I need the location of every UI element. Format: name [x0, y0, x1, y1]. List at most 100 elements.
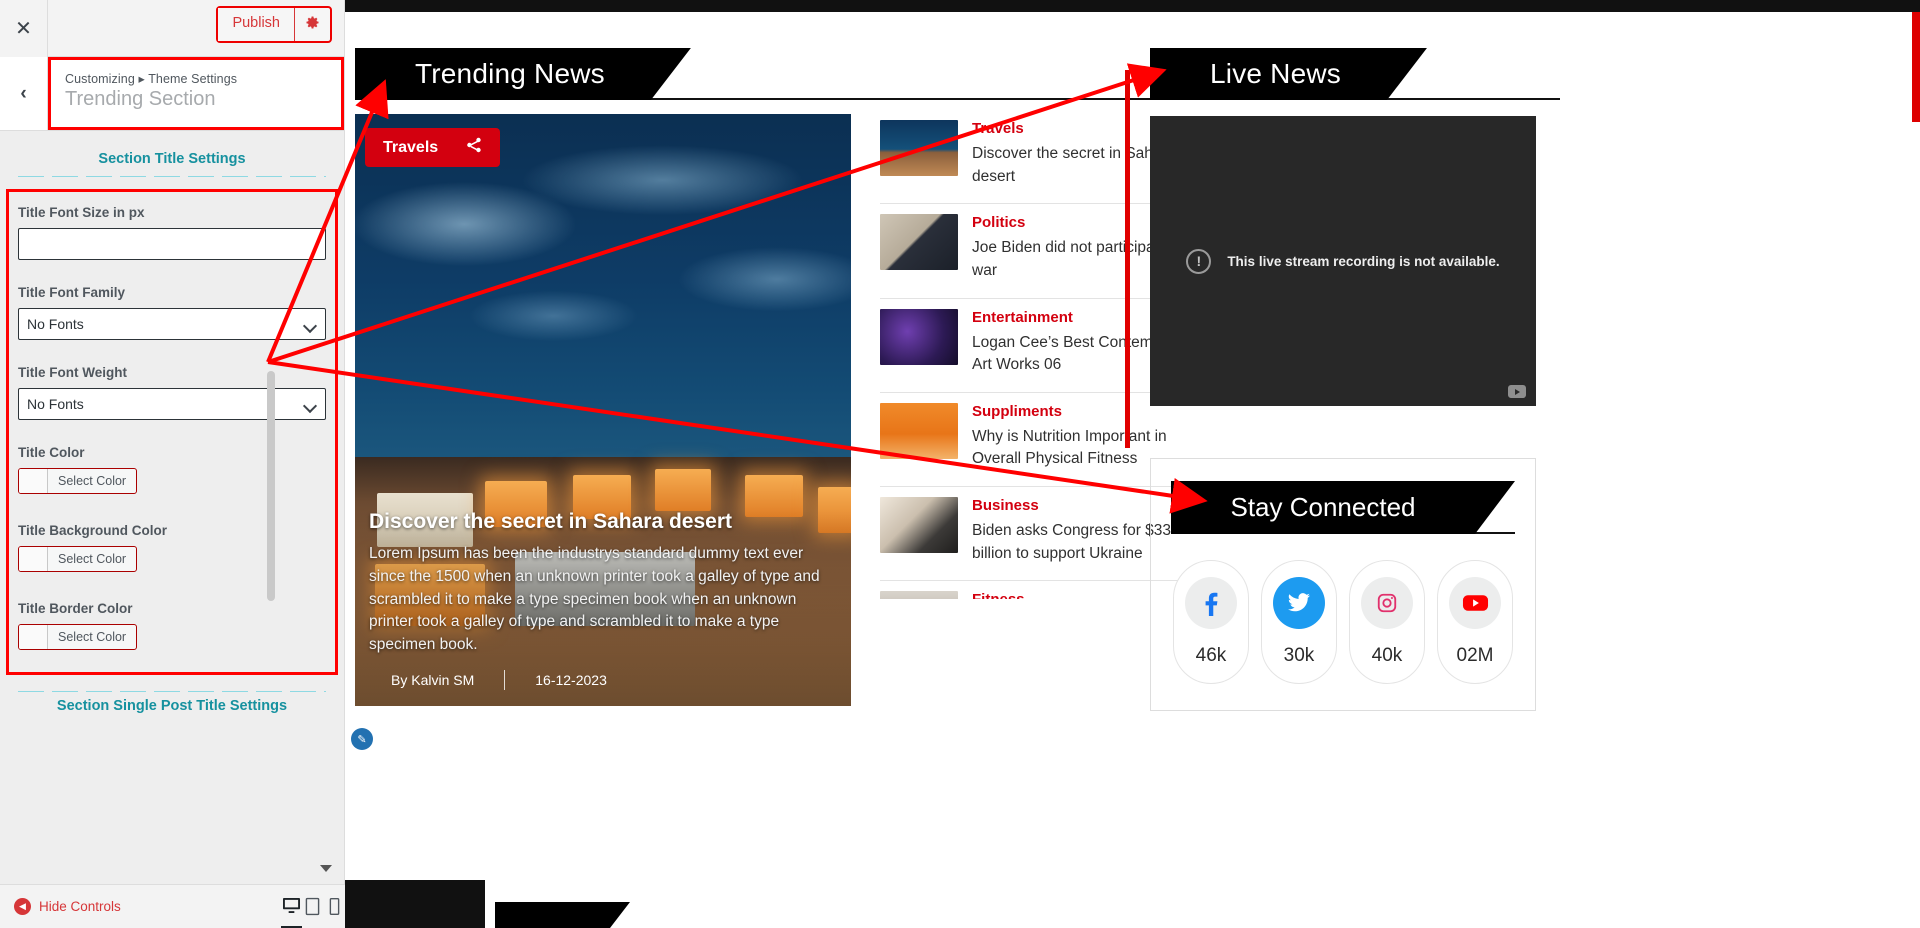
desktop-icon[interactable]	[281, 885, 303, 928]
hide-controls-button[interactable]: ◀ Hide Controls	[14, 898, 121, 915]
footer-black-block	[345, 880, 485, 928]
chevron-left-icon: ◀	[14, 898, 31, 915]
sidebar-scrollbar[interactable]	[267, 371, 275, 601]
field-title-border-color: Title Border Color Select Color	[18, 601, 326, 654]
title-font-family-select[interactable]: No Fonts	[18, 308, 326, 340]
select-color-label: Select Color	[58, 474, 127, 488]
social-count-youtube: 02M	[1456, 645, 1494, 666]
customizer-header: ✕ Publish	[0, 0, 344, 57]
desert-night-thumb	[880, 120, 958, 176]
chevron-down-icon: No Fonts	[18, 388, 326, 420]
stay-connected-section-title: Stay Connected	[1171, 481, 1515, 534]
divider	[504, 670, 506, 690]
social-link-instagram[interactable]: 40k	[1349, 560, 1425, 684]
hero-author: By Kalvin SM	[391, 672, 475, 688]
back-button[interactable]: ‹	[0, 57, 48, 130]
instagram-icon	[1361, 577, 1413, 629]
social-count-facebook: 46k	[1195, 645, 1227, 666]
publish-control-group: Publish	[216, 6, 332, 43]
live-stream-message: ! This live stream recording is not avai…	[1186, 248, 1500, 274]
gear-icon[interactable]	[295, 8, 330, 41]
hero-excerpt: Lorem Ipsum has been the industrys stand…	[369, 545, 820, 654]
hero-text-overlay: Discover the secret in Sahara desert Lor…	[355, 510, 851, 706]
breadcrumb: Customizing ▸ Theme Settings	[65, 71, 327, 86]
live-stream-player[interactable]: ! This live stream recording is not avai…	[1150, 116, 1536, 406]
page-title: Trending Section	[65, 88, 216, 110]
device-preview-switcher	[281, 884, 345, 928]
title-background-color-picker-button[interactable]: Select Color	[18, 546, 138, 572]
hero-category-label: Travels	[383, 138, 439, 156]
field-title-color: Title Color Select Color	[18, 445, 326, 498]
social-link-facebook[interactable]: 46k	[1173, 560, 1249, 684]
politician-podium-thumb	[880, 214, 958, 271]
exclamation-circle-icon: !	[1186, 248, 1212, 274]
label-title-font-family: Title Font Family	[18, 285, 126, 300]
section-single-post-title-settings-heading: Section Single Post Title Settings	[56, 698, 288, 714]
customizer-controls-body: Section Title Settings Title Font Size i…	[0, 131, 344, 884]
divider	[18, 176, 326, 177]
color-swatch	[19, 625, 48, 649]
chevron-right-icon: ▸	[138, 72, 145, 86]
title-border-color-picker-button[interactable]: Select Color	[18, 624, 138, 650]
hide-controls-label: Hide Controls	[39, 899, 121, 914]
select-color-label: Select Color	[58, 630, 127, 644]
right-sidebar-sections: Live News ! This live stream recording i…	[1150, 48, 1560, 711]
social-link-twitter[interactable]: 30k	[1261, 560, 1337, 684]
panel-title-highlight: Customizing ▸ Theme Settings Trending Se…	[48, 57, 344, 130]
breadcrumb-parent[interactable]: Customizing	[65, 72, 135, 86]
youtube-icon[interactable]	[1508, 385, 1526, 398]
concert-singer-thumb	[880, 308, 958, 365]
youtube-icon	[1449, 577, 1501, 629]
preview-top-strip	[345, 0, 1920, 12]
chevron-down-icon: No Fonts	[18, 308, 326, 340]
footer-ribbon	[495, 902, 630, 928]
color-swatch	[19, 469, 48, 493]
social-count-instagram: 40k	[1371, 645, 1403, 666]
facebook-icon	[1185, 577, 1237, 629]
screen-root: ✕ Publish ‹ Customizing ▸ Theme Settings	[0, 0, 1920, 928]
title-font-size-input[interactable]	[18, 228, 326, 260]
trending-section-title: Trending News	[355, 48, 691, 100]
hero-meta: By Kalvin SM 16-12-2023	[369, 670, 837, 690]
trending-news-section: Trending News Travels Discover the secre…	[355, 48, 1215, 706]
tablet-icon[interactable]	[302, 885, 323, 928]
social-link-youtube[interactable]: 02M	[1437, 560, 1513, 684]
supplement-bottles-thumb	[880, 402, 958, 459]
publish-button[interactable]: Publish	[218, 8, 295, 41]
mobile-icon[interactable]	[324, 885, 345, 928]
field-title-font-size: Title Font Size in px	[18, 205, 326, 260]
field-title-background-color: Title Background Color Select Color	[18, 523, 326, 576]
title-color-picker-button[interactable]: Select Color	[18, 468, 138, 494]
twitter-icon	[1273, 577, 1325, 629]
close-icon[interactable]: ✕	[0, 0, 48, 57]
field-title-font-weight: Title Font Weight No Fonts	[18, 365, 326, 420]
field-title-font-family: Title Font Family No Fonts	[18, 285, 326, 340]
title-settings-group-highlight: Title Font Size in px Title Font Family …	[6, 189, 338, 675]
edit-pencil-icon[interactable]: ✎	[351, 728, 373, 750]
social-links-row: 46k 30k 40k 02M	[1171, 560, 1515, 684]
chevron-down-icon[interactable]	[320, 865, 332, 872]
hero-title[interactable]: Discover the secret in Sahara desert	[369, 510, 837, 534]
stay-connected-card: Stay Connected 46k 30k 40k 02M	[1150, 458, 1536, 711]
select-color-label: Select Color	[58, 552, 127, 566]
trending-list-right-highlight	[1125, 70, 1130, 448]
label-title-background-color: Title Background Color	[18, 523, 168, 538]
site-preview-frame: ✎ Trending News Travels Discover the sec…	[345, 0, 1920, 928]
live-stream-message-text: This live stream recording is not availa…	[1227, 253, 1500, 269]
hero-date: 16-12-2023	[535, 672, 607, 688]
hero-article-card[interactable]: Travels Discover the secret in Sahara de…	[355, 114, 851, 706]
fitness-thumb	[880, 591, 958, 600]
customizer-panel-header: ‹ Customizing ▸ Theme Settings Trending …	[0, 57, 344, 131]
share-icon[interactable]	[466, 137, 482, 158]
customizer-sidebar: ✕ Publish ‹ Customizing ▸ Theme Settings	[0, 0, 345, 928]
label-title-color: Title Color	[18, 445, 85, 460]
customizer-footer: ◀ Hide Controls	[0, 884, 281, 928]
title-font-weight-select[interactable]: No Fonts	[18, 388, 326, 420]
night-sky-layer	[355, 114, 851, 482]
right-edge-highlight	[1912, 12, 1920, 122]
hero-category-badge[interactable]: Travels	[365, 128, 501, 167]
label-title-border-color: Title Border Color	[18, 601, 133, 616]
breadcrumb-child[interactable]: Theme Settings	[148, 72, 237, 86]
social-count-twitter: 30k	[1283, 645, 1315, 666]
section-title-settings-heading: Section Title Settings	[98, 151, 246, 167]
